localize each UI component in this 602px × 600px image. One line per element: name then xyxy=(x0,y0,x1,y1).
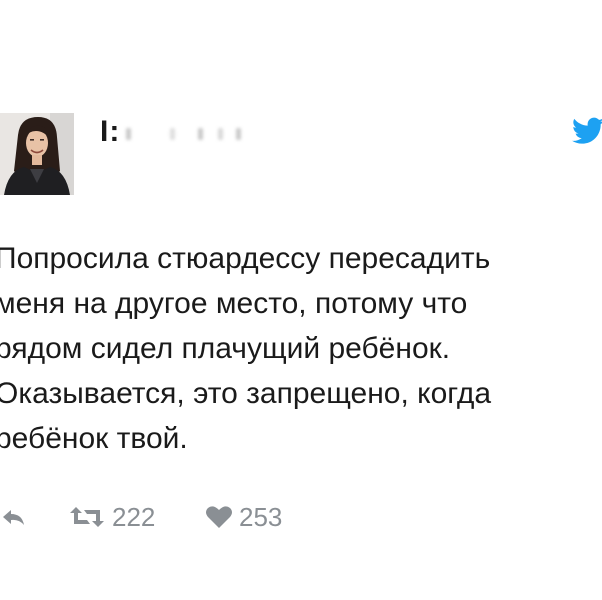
retweet-icon xyxy=(70,507,104,527)
author-name[interactable]: I: xyxy=(100,114,120,150)
twitter-bird-icon[interactable] xyxy=(572,117,602,145)
reply-icon xyxy=(3,510,24,525)
author-name-blurred xyxy=(124,128,264,144)
like-count: 253 xyxy=(239,502,283,532)
tweet-actions: 222 253 xyxy=(0,500,400,534)
avatar-photo xyxy=(0,113,74,195)
tweet-card: I: Попросила стюардессу пересадить меня … xyxy=(0,0,602,600)
heart-icon xyxy=(206,506,232,528)
tweet-text-line: Оказывается, это запрещено, когда xyxy=(0,377,492,410)
author-header[interactable]: I: xyxy=(100,114,270,154)
tweet-text-line: рядом сидел плачущий ребёнок. xyxy=(0,332,451,365)
tweet-text-line: ребёнок твой. xyxy=(0,422,188,455)
avatar[interactable] xyxy=(0,113,74,195)
like-button[interactable]: 253 xyxy=(205,500,282,534)
tweet-text-line: меня на другое место, потому что xyxy=(0,287,468,320)
tweet-text-line: Попросила стюардессу пересадить xyxy=(0,242,491,275)
retweet-count: 222 xyxy=(112,502,156,532)
tweet-text: Попросила стюардессу пересадить меня на … xyxy=(0,236,602,461)
retweet-button[interactable]: 222 xyxy=(68,500,155,534)
reply-button[interactable] xyxy=(0,500,26,534)
